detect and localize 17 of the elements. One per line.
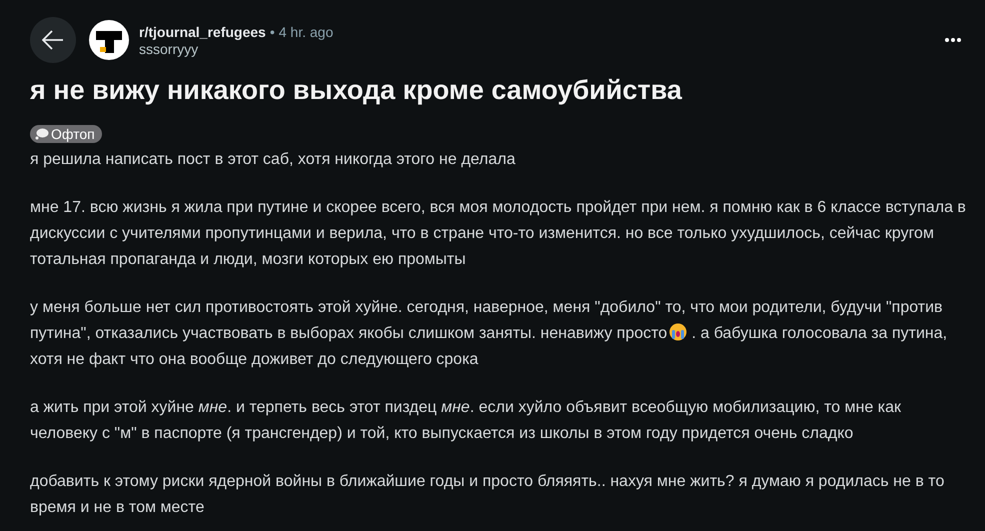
crying-emoji-icon [669, 323, 688, 341]
subreddit-link[interactable]: r/tjournal_refugees [139, 24, 266, 40]
post-title: я не вижу никакого выхода кроме самоубийства [30, 75, 683, 106]
post-time: 4 hr. ago [278, 24, 334, 40]
post-paragraph: а жить при этой хуйне мне. и терпеть весь этот пиздец мне. если хуйло объявит всеобщую мобилизацию, то мне как человеку с "м" в паспорте (я трансгендер) и той, кто выпускается из школы в этом году придется очень сладко [30, 398, 902, 444]
speech-bubble-icon [35, 128, 49, 140]
flair-tag[interactable]: Офтоп [30, 125, 102, 143]
subreddit-avatar[interactable] [89, 20, 129, 60]
post-paragraph: добавить к этому риски ядерной войны в ближайшие годы и просто бляяять.. нахуя мне жить? я думаю я родилась не в то время и не в том месте [30, 472, 946, 518]
back-arrow-icon [42, 30, 64, 50]
separator-dot: • [270, 24, 275, 40]
post-paragraph: у меня больше нет сил противостоять этой хуйне. сегодня, наверное, меня "добило" то, что мои родители, будучи "против путина", отказались участвовать в выборах якобы слишком заняты. ненавижу просто . а бабушка голосовала за путина, хотя не факт что она вообще доживет до следующего срока [30, 298, 948, 370]
more-options-icon [945, 38, 961, 42]
back-button[interactable] [30, 17, 76, 63]
post-paragraph: мне 17. всю жизнь я жила при путине и скорее всего, вся моя молодость пройдет при нем. я помню как в 6 классе вступала в дискуссии с учителями пропутинцами и верила, что в стране что-то изменится. но все только ухудшилось, сейчас кругом тотальная пропаганда и люди, мозги которых ею промыты [30, 198, 967, 270]
post-paragraph: я решила написать пост в этот саб, хотя никогда этого не делала [30, 150, 516, 170]
author-name[interactable]: sssorryyy [139, 40, 941, 56]
